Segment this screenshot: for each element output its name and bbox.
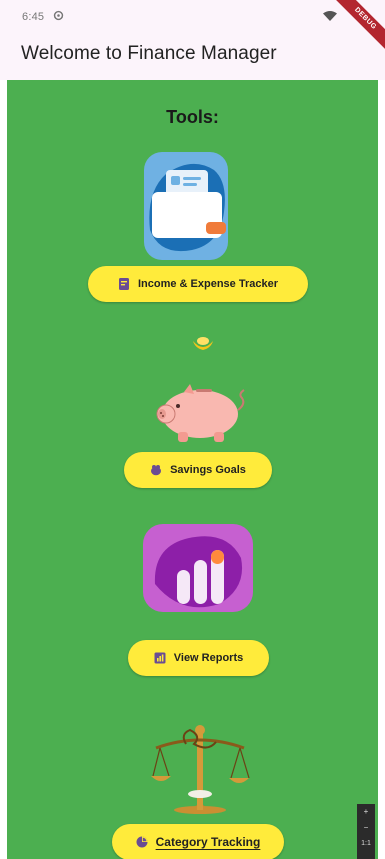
app-bar: Welcome to Finance Manager bbox=[0, 32, 385, 80]
tools-panel: Tools: Income & Expense Tracker Savings … bbox=[7, 80, 378, 859]
gear-icon bbox=[53, 10, 64, 21]
report-icon bbox=[154, 652, 166, 664]
category-tracking-button[interactable]: Category Tracking bbox=[112, 824, 284, 859]
savings-goals-label: Savings Goals bbox=[170, 464, 246, 476]
zoom-in-button[interactable]: + bbox=[357, 804, 375, 820]
income-expense-tracker-label: Income & Expense Tracker bbox=[137, 278, 278, 290]
status-time: 6:45 bbox=[22, 11, 45, 23]
zoom-out-button[interactable]: − bbox=[357, 820, 375, 836]
savings-icon bbox=[151, 465, 162, 476]
wifi-icon bbox=[323, 11, 337, 21]
view-reports-button[interactable]: View Reports bbox=[128, 640, 269, 676]
bar-chart-icon[interactable] bbox=[143, 524, 253, 612]
status-bar: 6:45 DEBUG bbox=[0, 0, 385, 58]
category-tracking-label: Category Tracking bbox=[155, 835, 261, 849]
income-expense-tracker-button[interactable]: Income & Expense Tracker bbox=[88, 266, 308, 302]
coin-icon bbox=[193, 337, 213, 350]
tools-heading: Tools: bbox=[166, 107, 219, 127]
zoom-widget: + − 1:1 bbox=[357, 804, 375, 859]
pie-chart-icon bbox=[136, 836, 148, 848]
scales-icon[interactable] bbox=[150, 714, 250, 814]
page-title: Welcome to Finance Manager bbox=[21, 43, 277, 64]
wallet-icon[interactable] bbox=[144, 152, 228, 260]
piggy-bank-icon[interactable] bbox=[150, 380, 250, 445]
receipt-icon bbox=[118, 278, 129, 290]
savings-goals-button[interactable]: Savings Goals bbox=[124, 452, 272, 488]
view-reports-label: View Reports bbox=[173, 652, 244, 664]
zoom-level: 1:1 bbox=[361, 840, 371, 847]
